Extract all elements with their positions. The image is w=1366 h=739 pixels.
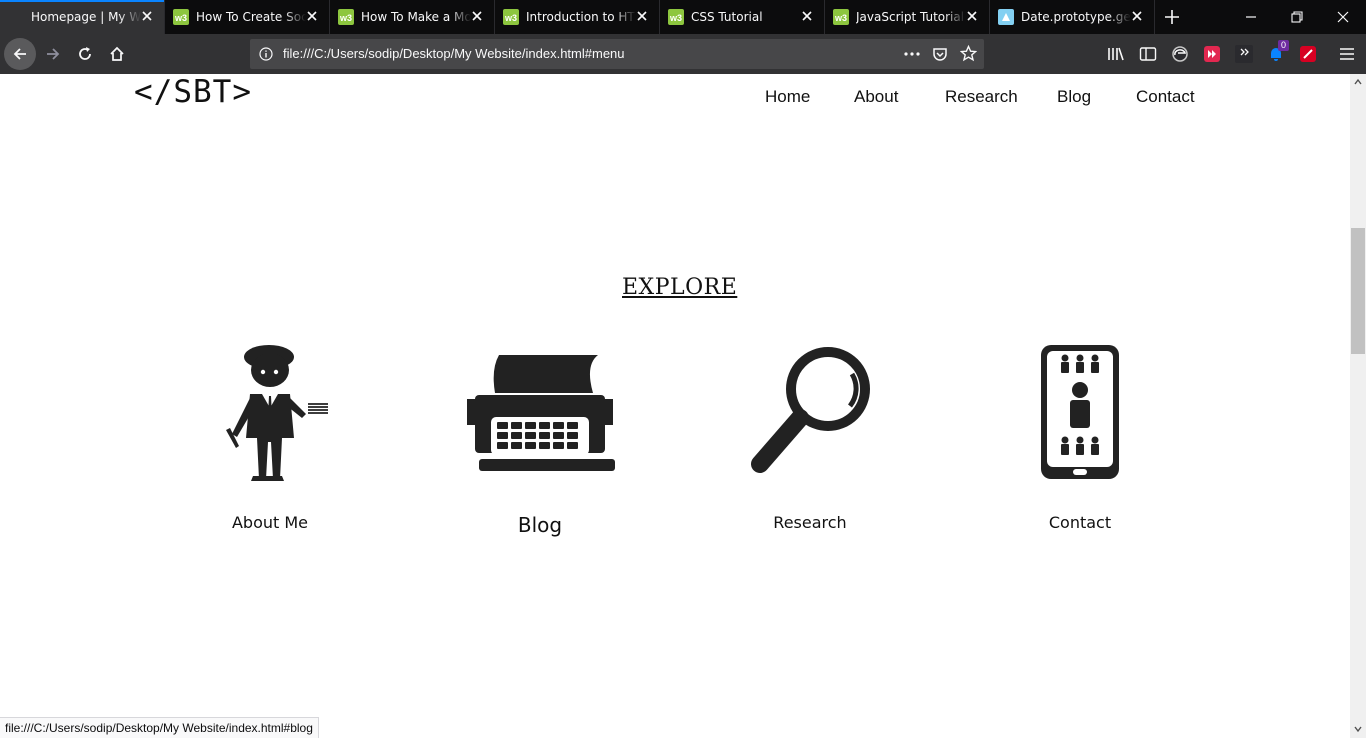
- tab-title: How To Make a Mobile: [361, 10, 471, 24]
- w3schools-icon: w3: [668, 9, 684, 25]
- web-page: </SBT> Home About Research Blog Contact …: [0, 74, 1350, 738]
- close-tab-icon[interactable]: [965, 9, 979, 23]
- reload-icon: [79, 47, 91, 60]
- minimize-button[interactable]: [1228, 0, 1274, 34]
- magnifier-icon[interactable]: [730, 339, 890, 484]
- notification-badge: 0: [1278, 40, 1290, 51]
- section-title: EXPLORE: [622, 275, 738, 300]
- svg-text:w3: w3: [339, 13, 352, 23]
- page-actions-icon[interactable]: [904, 52, 920, 56]
- tab-homepage[interactable]: Homepage | My Website: [0, 0, 165, 34]
- plus-icon: [1165, 10, 1179, 24]
- info-icon[interactable]: [259, 47, 273, 61]
- scrollbar-thumb[interactable]: [1351, 228, 1365, 354]
- tab-title: How To Create Social: [196, 10, 306, 24]
- minimize-icon: [1246, 16, 1256, 18]
- w3schools-icon: w3: [338, 9, 354, 25]
- red-extension-icon[interactable]: [1298, 44, 1318, 64]
- svg-text:w3: w3: [504, 13, 517, 23]
- nav-home-link[interactable]: Home: [765, 87, 810, 107]
- close-tab-icon[interactable]: [800, 9, 814, 23]
- nav-contact-link[interactable]: Contact: [1136, 87, 1195, 107]
- close-tab-icon[interactable]: [470, 9, 484, 23]
- restore-icon: [1291, 11, 1303, 23]
- businessman-icon[interactable]: [190, 339, 350, 484]
- back-arrow-icon: [13, 48, 26, 60]
- hamburger-menu-icon[interactable]: [1337, 44, 1357, 64]
- tab-title: Date.prototype.getFullYear: [1021, 10, 1131, 24]
- tab-mdn-date[interactable]: Date.prototype.getFullYear: [990, 0, 1155, 34]
- reload-button[interactable]: [69, 38, 101, 70]
- card-label-about[interactable]: About Me: [170, 513, 370, 532]
- card-label-blog[interactable]: Blog: [440, 513, 640, 537]
- address-bar[interactable]: file:///C:/Users/sodip/Desktop/My Websit…: [250, 39, 984, 69]
- close-tab-icon[interactable]: [635, 9, 649, 23]
- link-status-bar: file:///C:/Users/sodip/Desktop/My Websit…: [0, 717, 319, 738]
- bookmark-star-icon[interactable]: [960, 45, 977, 62]
- typewriter-icon[interactable]: [460, 339, 620, 484]
- sidebar-icon[interactable]: [1138, 44, 1158, 64]
- w3schools-icon: w3: [503, 9, 519, 25]
- card-label-contact[interactable]: Contact: [980, 513, 1180, 532]
- navigation-toolbar: file:///C:/Users/sodip/Desktop/My Websit…: [0, 34, 1366, 74]
- media-extension-icon[interactable]: [1202, 44, 1222, 64]
- library-icon[interactable]: [1106, 44, 1126, 64]
- nav-blog-link[interactable]: Blog: [1057, 87, 1091, 107]
- svg-text:w3: w3: [669, 13, 682, 23]
- w3schools-icon: w3: [833, 9, 849, 25]
- tab-title: Homepage | My Website: [31, 10, 141, 24]
- tab-css[interactable]: w3 CSS Tutorial: [660, 0, 825, 34]
- new-tab-button[interactable]: [1155, 0, 1189, 34]
- nav-about-link[interactable]: About: [854, 87, 898, 107]
- edge-extension-icon[interactable]: [1170, 44, 1190, 64]
- pocket-icon[interactable]: [932, 46, 948, 62]
- scroll-down-arrow-icon[interactable]: [1354, 725, 1362, 733]
- forward-button[interactable]: [37, 38, 69, 70]
- w3schools-icon: w3: [173, 9, 189, 25]
- tab-title: CSS Tutorial: [691, 10, 763, 24]
- close-tab-icon[interactable]: [140, 9, 154, 23]
- mdn-icon: [998, 9, 1014, 25]
- forward-arrow-icon: [47, 48, 60, 60]
- overflow-chevron-icon[interactable]: [1234, 44, 1254, 64]
- card-label-research[interactable]: Research: [710, 513, 910, 532]
- page-icon: [8, 9, 24, 25]
- svg-text:w3: w3: [834, 13, 847, 23]
- tab-title: Introduction to HTML: [526, 10, 636, 24]
- tab-social[interactable]: w3 How To Create Social: [165, 0, 330, 34]
- home-button[interactable]: [101, 38, 133, 70]
- close-tab-icon[interactable]: [1130, 9, 1144, 23]
- page-scrollbar[interactable]: [1350, 74, 1366, 738]
- svg-text:w3: w3: [174, 13, 187, 23]
- back-button[interactable]: [4, 38, 36, 70]
- tab-title: JavaScript Tutorial: [856, 10, 965, 24]
- nav-research-link[interactable]: Research: [945, 87, 1018, 107]
- close-icon: [1337, 11, 1349, 23]
- site-logo[interactable]: </SBT>: [134, 74, 252, 110]
- close-window-button[interactable]: [1320, 0, 1366, 34]
- phone-contacts-icon[interactable]: [1000, 339, 1160, 484]
- home-icon: [110, 46, 124, 61]
- url-text[interactable]: file:///C:/Users/sodip/Desktop/My Websit…: [283, 46, 625, 61]
- restore-button[interactable]: [1274, 0, 1320, 34]
- tab-html[interactable]: w3 Introduction to HTML: [495, 0, 660, 34]
- tab-mobile[interactable]: w3 How To Make a Mobile: [330, 0, 495, 34]
- tab-strip: Homepage | My Website w3 How To Create S…: [0, 0, 1366, 34]
- scroll-up-arrow-icon[interactable]: [1354, 78, 1362, 86]
- tab-javascript[interactable]: w3 JavaScript Tutorial: [825, 0, 990, 34]
- close-tab-icon[interactable]: [305, 9, 319, 23]
